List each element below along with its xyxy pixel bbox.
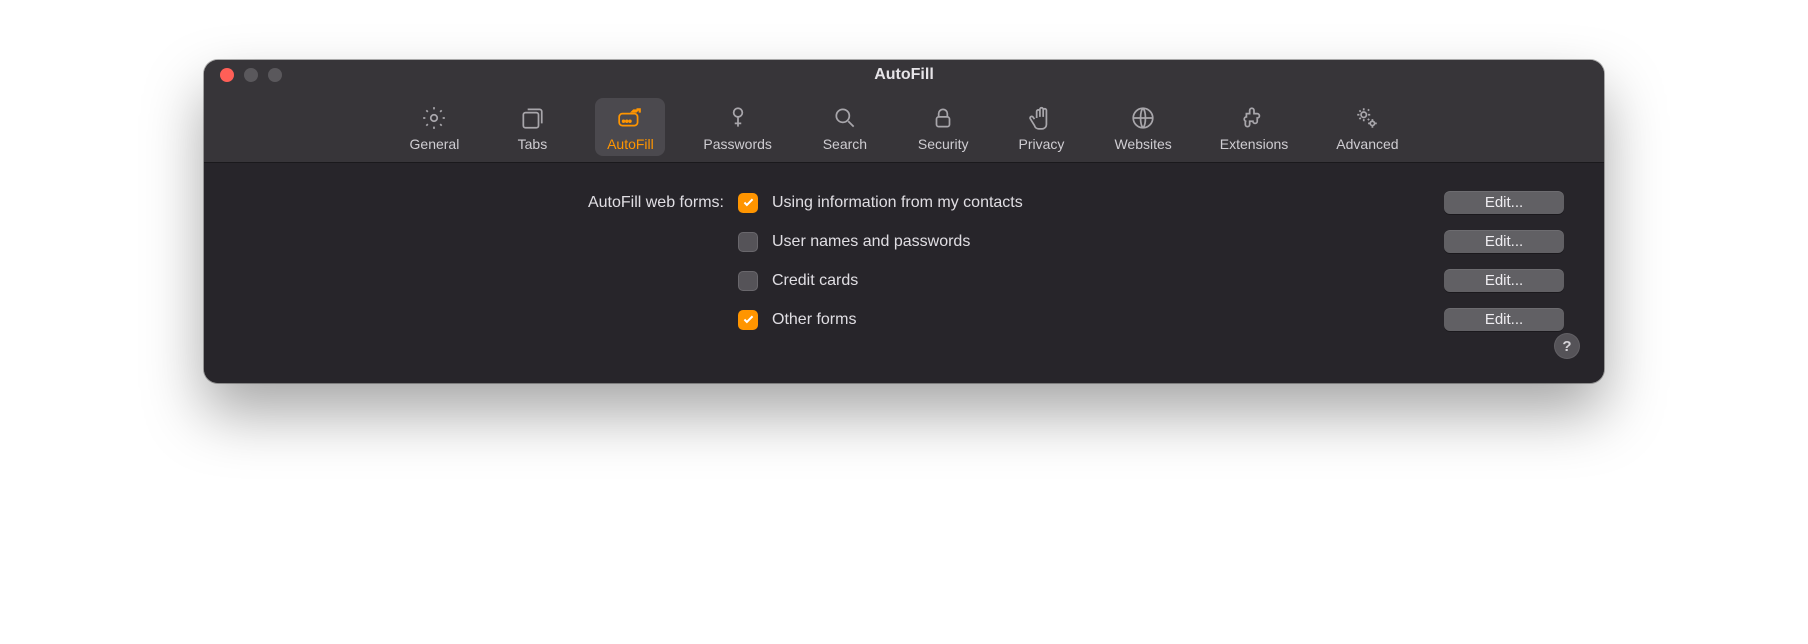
tab-label: Extensions — [1220, 136, 1288, 152]
tab-general[interactable]: General — [399, 98, 469, 156]
window-title: AutoFill — [204, 66, 1604, 84]
puzzle-icon — [1240, 104, 1268, 132]
hand-icon — [1027, 104, 1055, 132]
checkbox-contacts[interactable] — [738, 193, 758, 213]
tab-label: Websites — [1114, 136, 1171, 152]
edit-button-usernames[interactable]: Edit... — [1444, 230, 1564, 253]
tab-label: Search — [823, 136, 867, 152]
tab-label: Privacy — [1019, 136, 1065, 152]
key-icon — [724, 104, 752, 132]
tab-search[interactable]: Search — [810, 98, 880, 156]
section-label: AutoFill web forms: — [244, 194, 724, 212]
tab-label: AutoFill — [607, 136, 654, 152]
option-label-otherforms: Other forms — [772, 311, 1430, 329]
tabs-icon — [518, 104, 546, 132]
help-button[interactable]: ? — [1554, 333, 1580, 359]
preferences-toolbar: General Tabs AutoFill Passwords Search — [204, 90, 1604, 163]
titlebar: AutoFill — [204, 60, 1604, 90]
autofill-form: AutoFill web forms: Using information fr… — [244, 191, 1564, 331]
edit-button-creditcards[interactable]: Edit... — [1444, 269, 1564, 292]
maximize-button[interactable] — [268, 68, 282, 82]
autofill-icon — [616, 104, 644, 132]
globe-icon — [1129, 104, 1157, 132]
traffic-lights — [220, 68, 282, 82]
tab-label: General — [410, 136, 460, 152]
lock-icon — [929, 104, 957, 132]
option-label-creditcards: Credit cards — [772, 272, 1430, 290]
gear-icon — [420, 104, 448, 132]
edit-button-otherforms[interactable]: Edit... — [1444, 308, 1564, 331]
tab-extensions[interactable]: Extensions — [1210, 98, 1298, 156]
checkbox-creditcards[interactable] — [738, 271, 758, 291]
tab-autofill[interactable]: AutoFill — [595, 98, 665, 156]
tab-security[interactable]: Security — [908, 98, 979, 156]
checkbox-otherforms[interactable] — [738, 310, 758, 330]
tab-label: Passwords — [703, 136, 771, 152]
search-icon — [831, 104, 859, 132]
tab-privacy[interactable]: Privacy — [1006, 98, 1076, 156]
tab-websites[interactable]: Websites — [1104, 98, 1181, 156]
option-label-contacts: Using information from my contacts — [772, 194, 1430, 212]
gears-icon — [1353, 104, 1381, 132]
edit-button-contacts[interactable]: Edit... — [1444, 191, 1564, 214]
tab-tabs[interactable]: Tabs — [497, 98, 567, 156]
content-area: AutoFill web forms: Using information fr… — [204, 163, 1604, 383]
tab-advanced[interactable]: Advanced — [1326, 98, 1408, 156]
preferences-window: AutoFill General Tabs AutoFill Passwor — [204, 60, 1604, 383]
minimize-button[interactable] — [244, 68, 258, 82]
tab-label: Advanced — [1336, 136, 1398, 152]
checkbox-usernames[interactable] — [738, 232, 758, 252]
tab-label: Security — [918, 136, 969, 152]
option-label-usernames: User names and passwords — [772, 233, 1430, 251]
close-button[interactable] — [220, 68, 234, 82]
tab-label: Tabs — [518, 136, 548, 152]
tab-passwords[interactable]: Passwords — [693, 98, 781, 156]
